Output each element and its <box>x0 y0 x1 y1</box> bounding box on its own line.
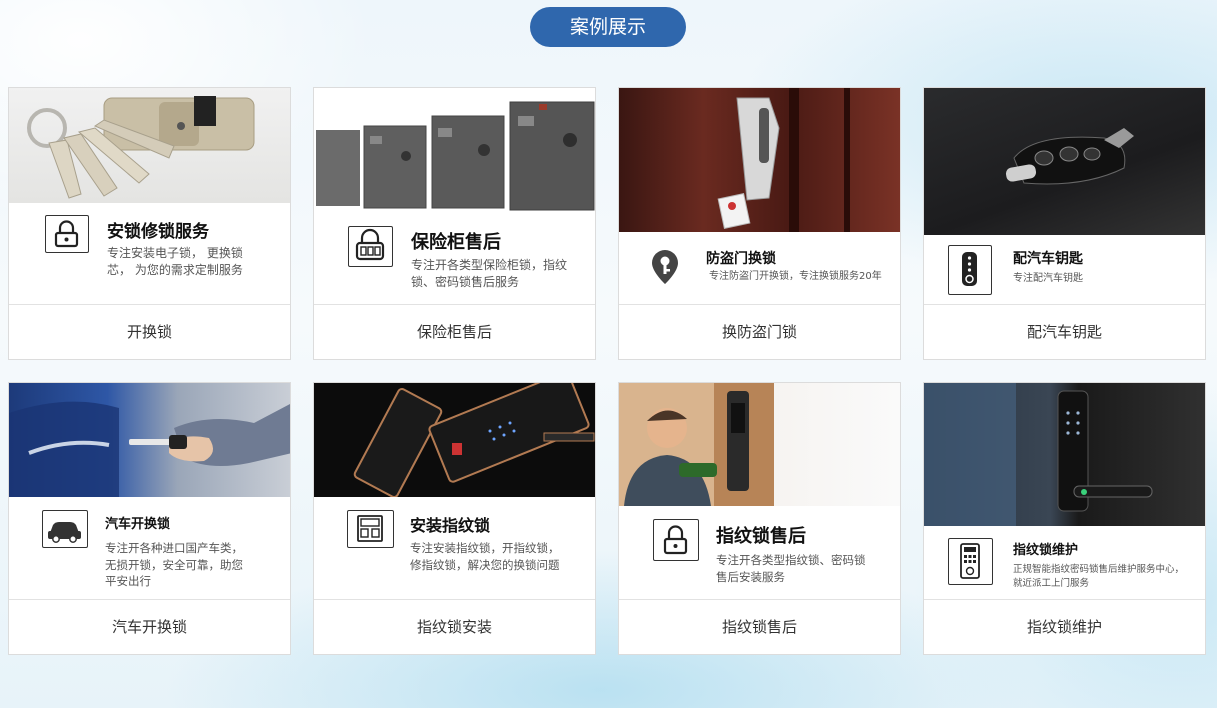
card-photo-technician <box>619 383 900 506</box>
case-card-car-unlock[interactable]: 汽车开换锁 专注开各种进口国产车类，无损开锁，安全可靠，助您平安出行 汽车开换锁 <box>8 382 291 655</box>
card-photo-keys <box>9 88 290 203</box>
section-title: 案例展示 <box>530 7 686 47</box>
case-card-security-door[interactable]: 防盗门换锁 专注防盗门开换锁，专注换锁服务20年 换防盗门锁 <box>618 87 901 360</box>
card-desc: 专注配汽车钥匙 <box>1013 273 1083 284</box>
case-card-car-key[interactable]: 配汽车钥匙 专注配汽车钥匙 配汽车钥匙 <box>923 87 1206 360</box>
card-title: 指纹锁售后 <box>716 526 806 547</box>
card-title: 指纹锁维护 <box>1013 543 1079 558</box>
case-card-fingerprint-maintenance[interactable]: 指纹锁维护 正规智能指纹密码锁售后维护服务中心，就近派工上门服务 指纹锁维护 <box>923 382 1206 655</box>
card-desc: 专注安装电子锁， 更换锁芯， 为您的需求定制服务 <box>107 246 243 278</box>
padlock-icon <box>653 519 699 561</box>
card-desc: 专注开各类型保险柜锁，指纹锁、密码锁售后服务 <box>411 258 568 290</box>
car-key-icon <box>948 245 992 295</box>
card-info: 汽车开换锁 专注开各种进口国产车类，无损开锁，安全可靠，助您平安出行 <box>9 497 290 602</box>
combination-lock-icon <box>348 226 393 267</box>
case-card-lock-repair[interactable]: 安锁修锁服务 专注安装电子锁， 更换锁芯， 为您的需求定制服务 开换锁 <box>8 87 291 360</box>
card-info: 安装指纹锁 专注安装指纹锁，开指纹锁，修指纹锁，解决您的换锁问题 <box>314 497 595 602</box>
case-card-fingerprint-service[interactable]: 指纹锁售后 专注开各类型指纹锁、密码锁售后安装服务 指纹锁售后 <box>618 382 901 655</box>
card-info: 配汽车钥匙 专注配汽车钥匙 <box>924 235 1205 307</box>
card-info: 指纹锁维护 正规智能指纹密码锁售后维护服务中心，就近派工上门服务 <box>924 526 1205 602</box>
card-caption-link[interactable]: 汽车开换锁 <box>9 599 290 654</box>
card-desc: 专注开各种进口国产车类，无损开锁，安全可靠，助您平安出行 <box>105 541 243 589</box>
card-desc: 专注防盗门开换锁，专注换锁服务20年 <box>709 271 882 282</box>
padlock-icon <box>45 215 89 253</box>
card-info: 指纹锁售后 专注开各类型指纹锁、密码锁售后安装服务 <box>619 506 900 602</box>
card-caption-link[interactable]: 配汽车钥匙 <box>924 304 1205 359</box>
card-caption-link[interactable]: 指纹锁售后 <box>619 599 900 654</box>
card-title: 安装指纹锁 <box>410 516 491 535</box>
fingerprint-panel-icon <box>347 510 394 548</box>
card-info: 安锁修锁服务 专注安装电子锁， 更换锁芯， 为您的需求定制服务 <box>9 203 290 307</box>
card-title: 防盗门换锁 <box>706 251 776 267</box>
card-title: 配汽车钥匙 <box>1013 251 1083 267</box>
card-caption-link[interactable]: 开换锁 <box>9 304 290 359</box>
card-info: 防盗门换锁 专注防盗门开换锁，专注换锁服务20年 <box>619 232 900 307</box>
card-caption-link[interactable]: 指纹锁安装 <box>314 599 595 654</box>
car-icon <box>42 510 88 548</box>
card-photo-door <box>619 88 900 232</box>
card-title: 安锁修锁服务 <box>107 222 209 242</box>
card-desc: 正规智能指纹密码锁售后维护服务中心，就近派工上门服务 <box>1013 564 1185 589</box>
card-title: 保险柜售后 <box>411 232 501 253</box>
case-card-fingerprint-install[interactable]: 安装指纹锁 专注安装指纹锁，开指纹锁，修指纹锁，解决您的换锁问题 指纹锁安装 <box>313 382 596 655</box>
card-title: 汽车开换锁 <box>105 517 171 532</box>
location-key-icon <box>649 248 681 286</box>
card-photo-safes <box>314 88 595 216</box>
card-photo-smart-lock <box>924 383 1205 526</box>
card-desc: 专注开各类型指纹锁、密码锁售后安装服务 <box>716 553 866 584</box>
card-caption-link[interactable]: 指纹锁维护 <box>924 599 1205 654</box>
card-info: 保险柜售后 专注开各类型保险柜锁，指纹锁、密码锁售后服务 <box>314 216 595 307</box>
card-desc: 专注安装指纹锁，开指纹锁，修指纹锁，解决您的换锁问题 <box>410 541 560 572</box>
keypad-fingerprint-icon <box>948 538 993 585</box>
card-photo-fingerprint-lock <box>314 383 595 497</box>
card-photo-car-door <box>9 383 290 497</box>
case-card-safe-service[interactable]: 保险柜售后 专注开各类型保险柜锁，指纹锁、密码锁售后服务 保险柜售后 <box>313 87 596 360</box>
card-caption-link[interactable]: 换防盗门锁 <box>619 304 900 359</box>
card-photo-car-key <box>924 88 1205 235</box>
card-caption-link[interactable]: 保险柜售后 <box>314 304 595 359</box>
